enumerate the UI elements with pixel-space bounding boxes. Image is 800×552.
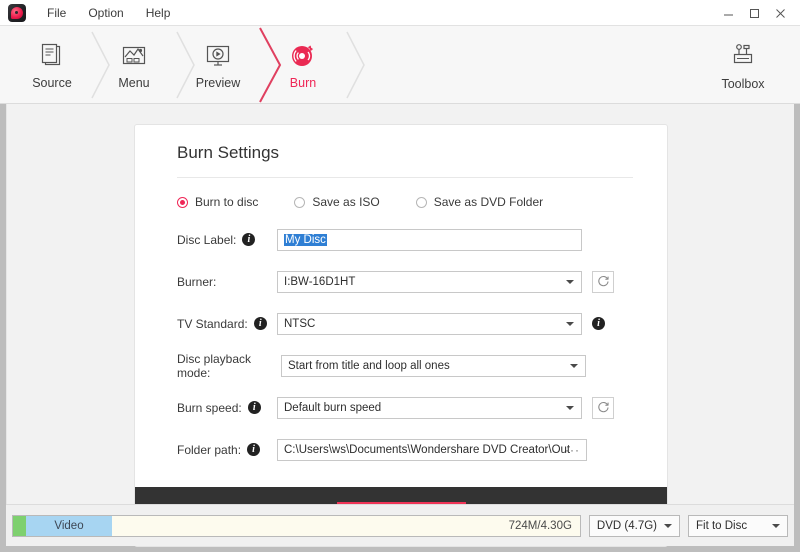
card-body: Burn to disc Save as ISO Save as DVD Fol… <box>135 177 667 487</box>
minimize-icon[interactable] <box>716 2 740 24</box>
toolbox-label: Toolbox <box>721 77 765 91</box>
disc-label-label: Disc Label: i <box>177 233 277 247</box>
tv-standard-label: TV Standard: i <box>177 317 277 331</box>
tv-standard-info-icon[interactable]: i <box>592 317 605 330</box>
burn-speed-label: Burn speed: i <box>177 401 277 415</box>
menu-item-option[interactable]: Option <box>77 2 134 24</box>
radio-dot-icon <box>415 196 427 208</box>
radio-save-as-iso-label: Save as ISO <box>312 195 380 209</box>
disc-type-value: DVD (4.7G) <box>596 519 657 532</box>
disc-type-select[interactable]: DVD (4.7G) <box>588 514 680 537</box>
row-burn-speed: Burn speed: i Default burn speed <box>177 392 633 423</box>
disc-label-input[interactable]: My Disc <box>277 228 582 251</box>
source-documents-icon <box>37 41 67 71</box>
step-preview[interactable]: Preview <box>176 26 260 104</box>
row-burner: Burner: I:BW-16D1HT <box>177 266 633 297</box>
folder-path-input[interactable]: C:\Users\ws\Documents\Wondershare DVD Cr… <box>277 438 587 461</box>
burner-refresh-button[interactable] <box>592 270 614 293</box>
playback-mode-value: Start from title and loop all ones <box>288 359 450 372</box>
capacity-text: 724M/4.30G <box>508 519 572 532</box>
step-menu[interactable]: Menu <box>92 26 176 104</box>
step-navigation: Source Menu Preview Burn Toolbox <box>0 26 800 104</box>
row-tv-standard: TV Standard: i NTSC i <box>177 308 633 339</box>
tv-standard-text: TV Standard: <box>177 316 248 331</box>
info-icon[interactable]: i <box>253 317 267 330</box>
burn-settings-card: Burn Settings Burn to disc Save as ISO S… <box>134 124 668 547</box>
radio-save-as-dvd-folder-label: Save as DVD Folder <box>433 195 544 209</box>
content-canvas: Burn Settings Burn to disc Save as ISO S… <box>6 104 794 547</box>
info-icon[interactable]: i <box>242 233 256 246</box>
radio-dot-icon <box>177 196 188 208</box>
chevron-down-icon <box>664 523 672 528</box>
burn-disc-icon <box>288 41 318 71</box>
menu-item-help[interactable]: Help <box>135 2 182 24</box>
refresh-icon <box>597 275 609 287</box>
burner-label: Burner: <box>177 274 217 289</box>
close-icon[interactable] <box>768 2 792 24</box>
preview-monitor-play-icon <box>203 41 233 71</box>
radio-save-as-iso[interactable]: Save as ISO <box>294 195 380 209</box>
status-bar: Video 724M/4.30G DVD (4.7G) Fit to Disc <box>6 504 794 546</box>
info-icon[interactable]: i <box>247 443 261 456</box>
step-separator-4 <box>343 26 369 104</box>
menu-bar: File Option Help <box>36 2 181 24</box>
window-controls <box>716 0 792 26</box>
step-burn[interactable]: Burn <box>261 26 345 104</box>
burn-speed-refresh-button[interactable] <box>592 396 614 419</box>
browse-folder-button[interactable]: ··· <box>565 443 580 457</box>
step-burn-label: Burn <box>289 75 317 90</box>
burn-speed-select[interactable]: Default burn speed <box>277 396 582 419</box>
burn-speed-value: Default burn speed <box>284 401 382 414</box>
chevron-down-icon <box>570 363 578 368</box>
chevron-down-icon <box>566 279 574 284</box>
fit-mode-select[interactable]: Fit to Disc <box>688 514 788 537</box>
refresh-icon <box>597 401 609 413</box>
burn-speed-text: Burn speed: <box>177 400 242 415</box>
tv-standard-select[interactable]: NTSC <box>277 312 582 335</box>
maximize-icon[interactable] <box>742 2 766 24</box>
chevron-down-icon <box>566 405 574 410</box>
tv-standard-value: NTSC <box>284 317 316 330</box>
burner-select[interactable]: I:BW-16D1HT <box>277 270 582 293</box>
radio-save-as-dvd-folder[interactable]: Save as DVD Folder <box>415 195 544 209</box>
menu-segment <box>13 515 26 536</box>
row-disc-label: Disc Label: i My Disc <box>177 224 633 255</box>
title-bar: File Option Help <box>0 0 800 26</box>
row-playback-mode: Disc playback mode: Start from title and… <box>177 350 633 381</box>
radio-dot-icon <box>294 196 306 208</box>
menu-item-file[interactable]: File <box>36 2 77 24</box>
capacity-bar: Video 724M/4.30G <box>12 514 581 537</box>
video-segment: Video <box>26 515 112 536</box>
step-source[interactable]: Source <box>10 26 94 104</box>
row-folder-path: Folder path: i C:\Users\ws\Documents\Won… <box>177 434 633 465</box>
disc-label-value: My Disc <box>284 233 327 246</box>
toolbox-button[interactable]: Toolbox <box>700 26 786 104</box>
disc-label-text: Disc Label: <box>177 232 237 247</box>
step-source-label: Source <box>32 75 72 90</box>
folder-path-label: Folder path: i <box>177 443 277 457</box>
playback-mode-select[interactable]: Start from title and loop all ones <box>281 354 586 377</box>
burner-value: I:BW-16D1HT <box>284 275 356 288</box>
app-window: File Option Help Source Menu Preview Bur… <box>0 0 800 552</box>
radio-burn-to-disc[interactable]: Burn to disc <box>177 195 258 209</box>
chevron-down-icon <box>772 523 780 528</box>
app-logo-icon <box>8 3 26 22</box>
page-title: Burn Settings <box>177 143 280 162</box>
step-menu-label: Menu <box>118 75 150 90</box>
playback-mode-label: Disc playback mode: <box>177 351 252 380</box>
chevron-down-icon <box>566 321 574 326</box>
step-preview-label: Preview <box>195 75 241 90</box>
toolbox-icon <box>728 39 758 72</box>
fit-mode-value: Fit to Disc <box>696 519 748 532</box>
output-mode-group: Burn to disc Save as ISO Save as DVD Fol… <box>177 178 633 213</box>
info-icon[interactable]: i <box>247 401 261 414</box>
menu-image-icon <box>119 41 149 71</box>
card-bottom-spacer <box>177 465 633 487</box>
folder-path-value: C:\Users\ws\Documents\Wondershare DVD Cr… <box>284 443 570 456</box>
folder-path-text: Folder path: <box>177 442 242 457</box>
radio-burn-to-disc-label: Burn to disc <box>195 195 259 209</box>
